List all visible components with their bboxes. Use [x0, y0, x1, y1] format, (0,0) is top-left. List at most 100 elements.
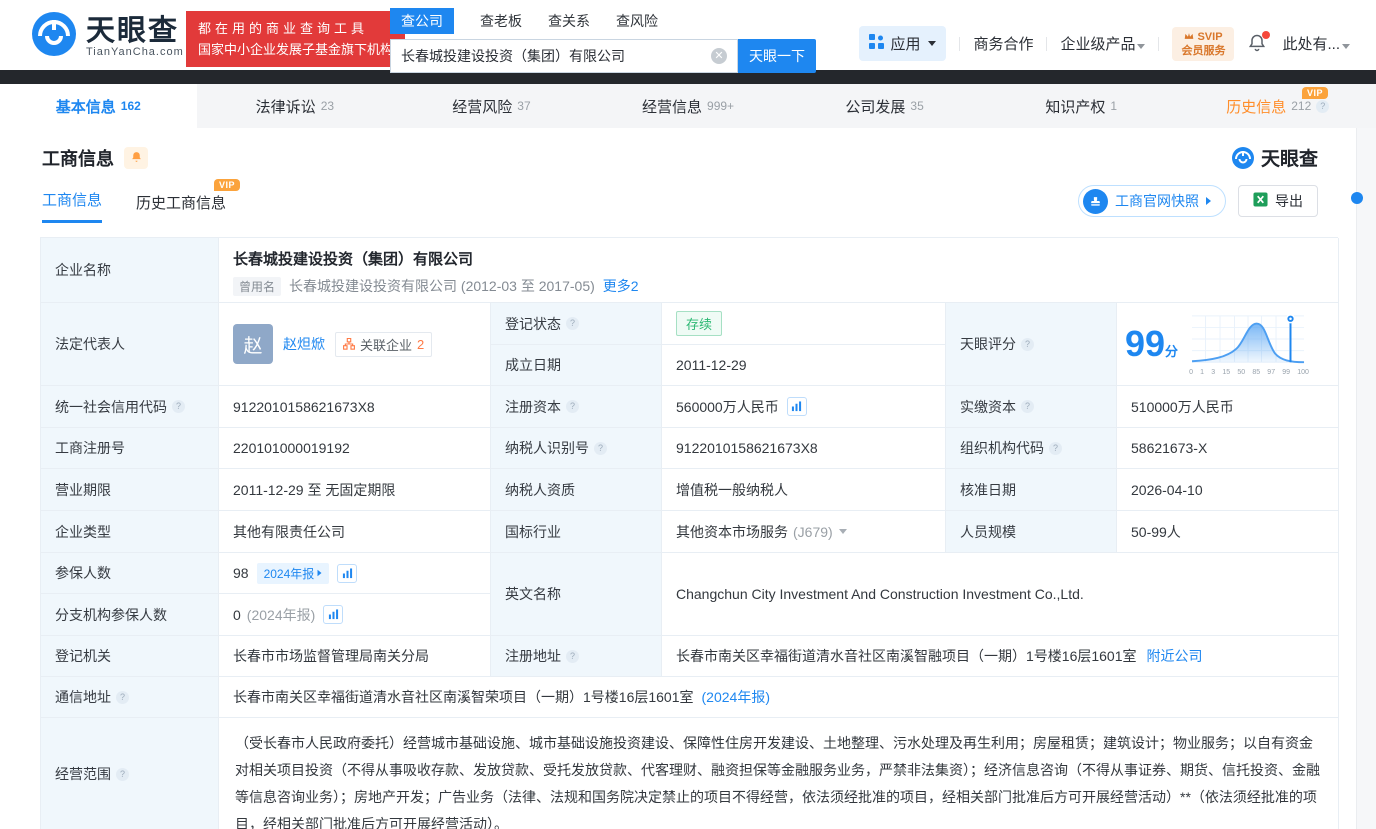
brand-domain: TianYanCha.com [86, 45, 184, 58]
search-tab-relation[interactable]: 查关系 [548, 11, 590, 31]
help-icon[interactable] [566, 400, 579, 413]
page-tab-bar: 基本信息 162 法律诉讼 23 经营风险 37 经营信息 999+ 公司发展 … [0, 84, 1376, 128]
legal-rep-avatar[interactable]: 赵 [233, 324, 273, 364]
apps-label: 应用 [890, 36, 921, 53]
help-icon[interactable] [1021, 400, 1034, 413]
app-grid-icon [869, 34, 885, 53]
field-label-business-term: 营业期限 [41, 469, 219, 511]
field-value-business-term: 2011-12-29 至 无固定期限 [219, 469, 491, 511]
capital-trend-chart-icon[interactable] [786, 397, 807, 416]
search-tab-boss[interactable]: 查老板 [480, 11, 522, 31]
side-widget-handle[interactable] [1351, 192, 1363, 204]
official-snapshot-button[interactable]: 工商官网快照 [1078, 185, 1226, 217]
search-tab-company[interactable]: 查公司 [390, 8, 454, 34]
svip-member-badge[interactable]: SVIP 会员服务 [1172, 26, 1235, 61]
divider [1046, 36, 1048, 51]
help-icon[interactable] [566, 317, 579, 330]
help-icon[interactable] [566, 649, 579, 663]
field-label-approval-date: 核准日期 [946, 469, 1117, 511]
export-button[interactable]: 导出 [1238, 185, 1318, 217]
help-icon[interactable] [1049, 441, 1062, 455]
nav-enterprise-products[interactable]: 企业级产品 [1060, 33, 1146, 54]
vip-badge: VIP [1302, 87, 1329, 99]
branch-insured-trend-chart-icon[interactable] [323, 605, 344, 624]
apps-menu[interactable]: 应用 [859, 26, 947, 61]
search-area: 查公司 查老板 查关系 查风险 长春城投建设投资（集团）有限公司 ✕ 天眼一下 [390, 8, 816, 73]
help-icon[interactable] [116, 690, 129, 704]
nav-business-cooperation[interactable]: 商务合作 [973, 33, 1033, 54]
annual-report-link[interactable]: (2024年报) [702, 687, 770, 707]
field-label-english-name: 英文名称 [491, 553, 662, 636]
field-value-tianyan-score[interactable]: 99分 0 1 3 15 50 85 97 99 100 [1117, 303, 1339, 386]
annual-report-badge[interactable]: 2024年报 [256, 562, 330, 584]
more-former-names-link[interactable]: 更多2 [603, 276, 639, 296]
field-value-branch-insured-persons: 0 (2024年报) [219, 594, 491, 636]
help-icon[interactable] [1316, 99, 1330, 113]
field-value-legal-representative: 赵 赵炟焮 关联企业 2 [219, 303, 491, 386]
field-label-paidin-capital: 实缴资本 [946, 386, 1117, 428]
related-companies-badge[interactable]: 关联企业 2 [335, 331, 433, 357]
field-label-branch-insured-persons: 分支机构参保人数 [41, 594, 219, 636]
field-value-registration-authority: 长春市市场监督管理局南关分局 [219, 636, 491, 677]
help-icon[interactable] [594, 441, 607, 455]
field-value-paidin-capital: 510000万人民币 [1117, 386, 1339, 428]
tab-operating-info[interactable]: 经营信息 999+ [590, 84, 787, 128]
tianyancha-swirl-icon [30, 10, 78, 63]
company-info-table: 企业名称 长春城投建设投资（集团）有限公司 曾用名 长春城投建设投资有限公司 (… [40, 237, 1339, 829]
field-label-registration-number: 工商注册号 [41, 428, 219, 469]
field-label-company-type: 企业类型 [41, 511, 219, 553]
excel-icon [1253, 192, 1268, 210]
nearby-companies-link[interactable]: 附近公司 [1147, 646, 1203, 666]
field-label-legal-representative: 法定代表人 [41, 303, 219, 386]
tab-legal-proceedings[interactable]: 法律诉讼 23 [197, 84, 394, 128]
tab-operating-risk[interactable]: 经营风险 37 [393, 84, 590, 128]
tab-intellectual-property[interactable]: 知识产权 1 [983, 84, 1180, 128]
help-icon[interactable] [172, 400, 185, 413]
status-badge: 存续 [676, 311, 723, 336]
score-axis-labels: 01 3 15 50 85 97 99 100 [1189, 369, 1309, 376]
right-scroll-gutter[interactable] [1351, 128, 1376, 829]
vip-badge: VIP [214, 179, 241, 191]
section-title: 工商信息 [42, 148, 114, 169]
field-label-mailing-address: 通信地址 [41, 677, 219, 718]
search-tab-risk[interactable]: 查风险 [616, 11, 658, 31]
search-button[interactable]: 天眼一下 [738, 39, 816, 73]
brand-name: 天眼查 [86, 14, 180, 47]
chevron-down-icon [1342, 44, 1350, 49]
field-value-registered-capital: 560000万人民币 [662, 386, 946, 428]
field-value-registration-status: 存续 [662, 303, 946, 345]
tianyancha-swirl-icon [1231, 146, 1254, 169]
notifications-bell-icon[interactable] [1247, 30, 1271, 55]
field-label-business-scope: 经营范围 [41, 718, 219, 829]
arrow-right-icon [1206, 197, 1211, 205]
notification-dot [1262, 30, 1271, 39]
nav-user-menu[interactable]: 此处有... [1282, 33, 1350, 54]
score-distribution-chart: 01 3 15 50 85 97 99 100 [1188, 312, 1310, 376]
subtab-history-business-info[interactable]: VIP 历史工商信息 [136, 179, 241, 223]
help-icon[interactable] [116, 767, 129, 781]
field-label-registration-authority: 登记机关 [41, 636, 219, 677]
legal-rep-name-link[interactable]: 赵炟焮 [283, 334, 325, 354]
subscribe-bell-icon[interactable] [124, 146, 148, 169]
field-label-taxpayer-id: 纳税人识别号 [491, 428, 662, 469]
field-value-company-type: 其他有限责任公司 [219, 511, 491, 553]
top-header: 天眼查 TianYanCha.com 都在用的商业查询工具 国家中小企业发展子基… [0, 0, 1376, 73]
field-value-approval-date: 2026-04-10 [1117, 469, 1339, 511]
tab-basic-info[interactable]: 基本信息 162 [0, 84, 197, 128]
stamp-icon [1083, 188, 1108, 214]
subtab-business-info[interactable]: 工商信息 [42, 189, 103, 223]
help-icon[interactable] [1021, 337, 1034, 351]
field-label-registered-capital: 注册资本 [491, 386, 662, 428]
tianyancha-logo[interactable]: 天眼查 TianYanCha.com [30, 10, 184, 63]
field-label-registration-status: 登记状态 [491, 303, 662, 345]
field-value-english-name: Changchun City Investment And Constructi… [662, 553, 1339, 636]
divider [959, 36, 961, 51]
clear-search-icon[interactable]: ✕ [711, 48, 727, 64]
tab-company-development[interactable]: 公司发展 35 [786, 84, 983, 128]
field-value-national-industry[interactable]: 其他资本市场服务 (J679) [662, 511, 946, 553]
search-input[interactable]: 长春城投建设投资（集团）有限公司 ✕ [390, 39, 738, 73]
insured-trend-chart-icon[interactable] [337, 563, 358, 583]
field-label-insured-persons: 参保人数 [41, 553, 219, 594]
tab-history-info[interactable]: VIP 历史信息 212 [1179, 84, 1376, 128]
chevron-down-icon [838, 529, 847, 534]
